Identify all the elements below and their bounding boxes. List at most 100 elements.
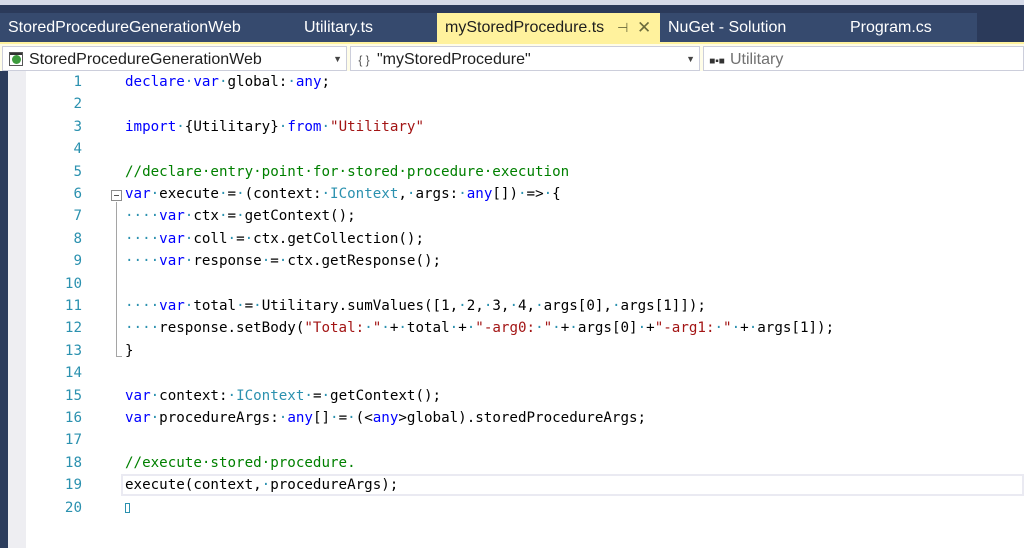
code-line[interactable]: 2 [8,93,1024,115]
tab-mystoredprocedure-ts[interactable]: myStoredProcedure.ts ⊣ ✕ [437,13,660,42]
document-tab-bar: StoredProcedureGenerationWeb Utilitary.t… [0,5,1024,42]
code-line[interactable]: 13} [8,340,1024,362]
code-token: · [543,186,553,202]
code-token: "Total: [304,320,365,337]
scope-dropdown[interactable]: { } "myStoredProcedure" ▼ [350,46,700,71]
code-token: Utilitary.sumValues([1, [261,298,459,314]
tab-program-cs[interactable]: Program.cs [842,13,977,42]
code-line[interactable]: 20 [8,497,1024,519]
project-dropdown[interactable]: StoredProcedureGenerationWeb ▼ [2,46,347,71]
code-line[interactable]: 16 var·procedureArgs:·any[]·=·(<any>globa… [8,407,1024,429]
tab-utilitary-ts[interactable]: Utilitary.ts [296,13,437,42]
code-token: any [287,410,313,426]
line-number: 13 [64,342,82,359]
code-line[interactable]: 14 [8,362,1024,384]
code-token: · [330,410,339,426]
code-line[interactable]: 6 var·execute·=·(context:·IContext,·args:… [8,183,1024,205]
code-token: · [458,298,467,314]
line-number: 6 [73,186,82,202]
code-token: = [244,298,254,314]
code-text: //declare·entry·point·for·stored·procedu… [125,161,569,183]
code-token: var [159,298,185,314]
line-number: 12 [64,320,82,337]
code-token: " [723,320,732,337]
code-token: (context: [244,186,322,202]
code-token: + [646,320,655,337]
code-line[interactable]: 5 //declare·entry·point·for·stored·proced… [8,161,1024,183]
code-token: procedureArgs); [270,477,399,494]
code-token: IContext [236,387,305,404]
code-line[interactable]: 19 execute(context,·procedureArgs); [8,474,1024,497]
end-of-file-marker [125,502,130,513]
line-number: 15 [64,387,82,404]
pin-icon[interactable]: ⊣ [617,13,628,42]
code-token: any [295,74,322,90]
code-line[interactable]: 3 import·{Utilitary}·from·"Utilitary" [8,116,1024,138]
code-token: {Utilitary} [184,118,279,135]
code-editor[interactable]: 1 declare·var·global:·any; 2 3 import·{Utili… [8,71,1024,548]
code-token: context: [159,387,228,404]
code-line[interactable]: 15 var·context:·IContext·=·getContext(); [8,385,1024,407]
code-token: total [193,298,237,314]
code-token: var [125,186,151,202]
code-token: coll [193,230,228,247]
fold-guide-line [116,202,117,356]
module-icon: ■▪■ [709,56,725,67]
code-token: 3, [492,298,510,314]
tab-storedproceduregenerationweb[interactable]: StoredProcedureGenerationWeb [0,13,296,42]
code-line[interactable]: 7 ····var·ctx·=·getContext(); [8,205,1024,227]
code-token: from [287,118,322,135]
code-token: ; [321,74,331,90]
code-token: · [236,208,245,225]
code-line[interactable]: 1 declare·var·global:·any; [8,71,1024,93]
code-token: · [244,230,254,247]
code-token: · [731,320,741,337]
code-token: · [569,320,578,337]
code-line[interactable]: 11 ····var·total·=·Utilitary.sumValues([1… [8,295,1024,317]
member-dropdown[interactable]: ■▪■ Utilitary [703,46,1024,71]
code-token: execute [159,186,219,202]
code-token: ···· [125,208,160,225]
code-text: ····var·ctx·=·getContext(); [125,205,356,227]
code-line[interactable]: 12 ····response.setBody("Total:·"·+·total… [8,317,1024,339]
code-token: any [466,186,493,202]
close-icon[interactable]: ✕ [637,13,651,42]
code-line[interactable]: 18 //execute·stored·procedure. [8,452,1024,474]
line-number: 4 [73,141,82,158]
project-dropdown-value: StoredProcedureGenerationWeb [29,51,262,68]
code-token: declare [125,74,185,90]
code-token: var [125,410,151,426]
code-text: import·{Utilitary}·from·"Utilitary" [125,116,424,138]
line-number: 10 [64,275,82,292]
code-token: · [535,320,544,337]
code-token: + [458,320,467,337]
code-token: ctx [193,208,219,225]
code-token: //execute·stored·procedure. [125,454,356,471]
code-token: var [159,230,185,247]
code-token: = [270,253,279,270]
code-token: · [150,186,160,202]
code-token: [] [312,410,331,426]
code-token: args[0], [543,298,612,314]
tab-nuget-solution[interactable]: NuGet - Solution [660,13,842,42]
code-line[interactable]: 10 [8,273,1024,295]
code-line[interactable]: 8 ····var·coll·=·ctx.getCollection(); [8,228,1024,250]
web-project-icon [9,52,23,66]
line-number: 5 [73,163,82,180]
line-number: 14 [64,365,82,382]
code-line[interactable]: 17 [8,429,1024,451]
code-token: · [150,410,160,426]
code-token: response [193,253,262,270]
code-token: + [740,320,749,337]
code-line[interactable]: 9 ····var·response·=·ctx.getResponse(); [8,250,1024,272]
code-token: 4, [518,298,536,314]
code-token: · [236,298,245,314]
code-token: = [338,410,348,426]
code-token: " [372,320,382,337]
code-text: ····var·total·=·Utilitary.sumValues([1,·… [125,295,706,317]
code-line[interactable]: 4 [8,138,1024,160]
code-token: total [406,320,450,337]
collapse-icon[interactable] [111,190,122,201]
code-token: "-arg1: [654,320,715,337]
code-token: = [236,230,245,247]
